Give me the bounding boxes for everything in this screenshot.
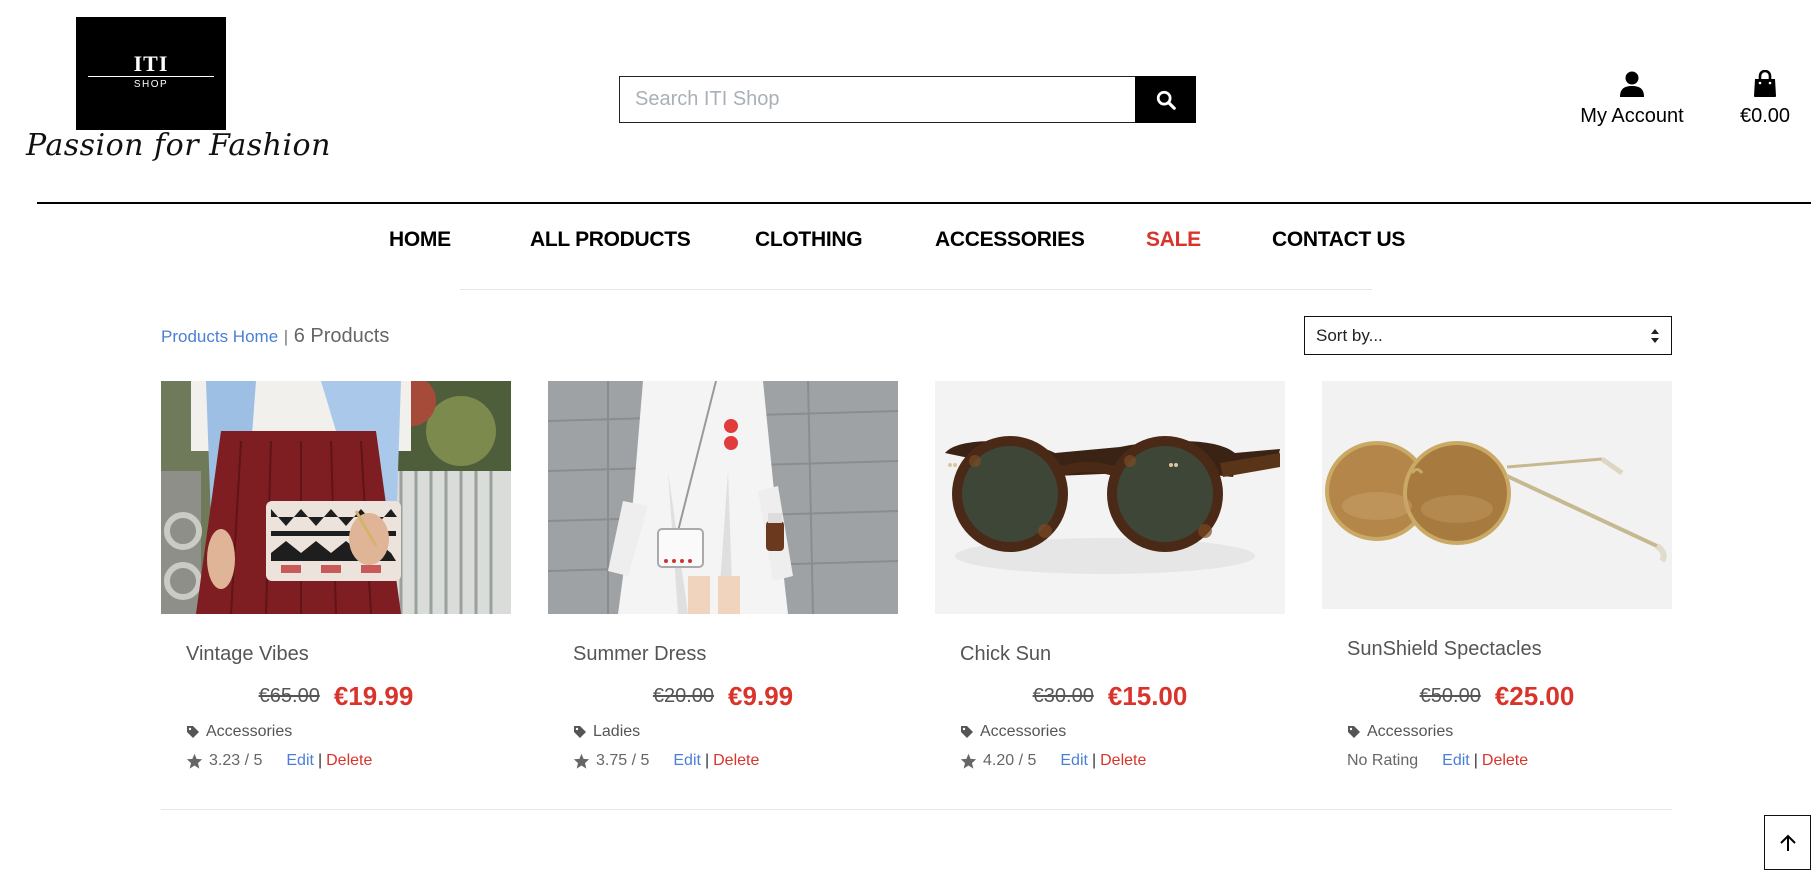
product-sale-price: €19.99	[333, 681, 414, 711]
sort-arrows-icon	[1651, 328, 1659, 343]
delete-link[interactable]: Delete	[1100, 752, 1146, 770]
logo-divider	[88, 76, 214, 77]
tag-icon	[961, 726, 973, 738]
product-image[interactable]	[161, 381, 511, 614]
sort-select[interactable]: Sort by...	[1304, 316, 1672, 355]
search-input[interactable]	[619, 76, 1135, 123]
my-account-link[interactable]: My Account	[1570, 70, 1694, 128]
product-sale-price: €9.99	[728, 681, 794, 711]
product-rating-row: No Rating Edit | Delete	[1347, 752, 1528, 770]
star-icon	[960, 753, 977, 769]
shop-logo[interactable]: ITI SHOP	[76, 17, 226, 130]
breadcrumb: Products Home | 6 Products	[161, 325, 389, 348]
product-image[interactable]	[1322, 381, 1672, 609]
tag-icon	[187, 726, 199, 738]
product-title[interactable]: SunShield Spectacles	[1347, 638, 1542, 661]
search-icon	[1156, 90, 1176, 110]
nav-accessories[interactable]: ACCESSORIES	[935, 228, 1085, 252]
product-count: 6 Products	[293, 325, 390, 347]
product-old-price: €50.00	[1419, 685, 1481, 707]
product-old-price: €65.00	[258, 685, 320, 707]
product-rating: 4.20 / 5	[983, 752, 1037, 769]
product-rating: No Rating	[1347, 752, 1419, 769]
product-rating: 3.23 / 5	[209, 752, 263, 769]
delete-link[interactable]: Delete	[1482, 752, 1528, 770]
product-image[interactable]	[548, 381, 898, 614]
product-rating-row: 3.23 / 5 Edit | Delete	[186, 752, 372, 770]
product-category[interactable]: Accessories	[1347, 723, 1453, 741]
product-title[interactable]: Summer Dress	[573, 643, 706, 666]
tag-icon	[1348, 726, 1360, 738]
action-separator: |	[1091, 752, 1097, 769]
arrow-up-icon	[1779, 834, 1796, 851]
product-rating-row: 3.75 / 5 Edit | Delete	[573, 752, 759, 770]
logo-subtext: SHOP	[133, 79, 169, 90]
product-price: €30.00 €15.00	[935, 681, 1285, 712]
product-title[interactable]: Vintage Vibes	[186, 643, 309, 666]
cart-total: €0.00	[1739, 105, 1791, 127]
product-category[interactable]: Accessories	[960, 723, 1066, 741]
product-card: Summer Dress €20.00 €9.99 Ladies 3.75 / 5…	[548, 381, 898, 801]
product-card: SunShield Spectacles €50.00 €25.00 Access…	[1322, 381, 1672, 801]
star-icon	[573, 753, 590, 769]
edit-link[interactable]: Edit	[286, 752, 314, 770]
user-icon	[1620, 71, 1644, 97]
product-old-price: €20.00	[652, 685, 715, 707]
breadcrumb-products-home[interactable]: Products Home	[161, 327, 278, 346]
action-separator: |	[704, 752, 710, 769]
header-divider	[37, 202, 1811, 204]
logo-brand: ITI	[133, 51, 169, 76]
product-price: €20.00 €9.99	[548, 681, 898, 712]
nav-divider	[460, 289, 1372, 290]
edit-link[interactable]: Edit	[1442, 752, 1470, 770]
sort-select-value: Sort by...	[1316, 325, 1383, 345]
product-rating-row: 4.20 / 5 Edit | Delete	[960, 752, 1146, 770]
product-price: €65.00 €19.99	[161, 681, 511, 712]
nav-all-products[interactable]: ALL PRODUCTS	[530, 228, 691, 252]
back-to-top-button[interactable]	[1764, 815, 1811, 870]
delete-link[interactable]: Delete	[326, 752, 372, 770]
action-separator: |	[317, 752, 323, 769]
product-image[interactable]	[935, 381, 1285, 614]
product-old-price: €30.00	[1032, 685, 1094, 707]
product-category[interactable]: Ladies	[573, 723, 640, 741]
nav-clothing[interactable]: CLOTHING	[755, 228, 863, 252]
edit-link[interactable]: Edit	[673, 752, 701, 770]
breadcrumb-separator: |	[283, 327, 289, 346]
nav-contact-us[interactable]: CONTACT US	[1272, 228, 1405, 252]
product-title[interactable]: Chick Sun	[960, 643, 1051, 666]
product-sale-price: €25.00	[1494, 681, 1575, 711]
product-category-label: Accessories	[980, 723, 1067, 740]
cart-link[interactable]: €0.00	[1730, 69, 1800, 128]
shopping-bag-icon	[1754, 69, 1776, 97]
product-sale-price: €15.00	[1107, 681, 1188, 711]
product-category[interactable]: Accessories	[186, 723, 292, 741]
delete-link[interactable]: Delete	[713, 752, 759, 770]
product-category-label: Accessories	[206, 723, 293, 740]
product-category-label: Ladies	[593, 723, 641, 740]
my-account-label: My Account	[1580, 105, 1684, 127]
product-card: Vintage Vibes €65.00 €19.99 Accessories 3…	[161, 381, 511, 801]
main-nav: HOME ALL PRODUCTS CLOTHING ACCESSORIES S…	[0, 228, 1811, 258]
search-button[interactable]	[1135, 76, 1196, 123]
action-separator: |	[1473, 752, 1478, 769]
edit-link[interactable]: Edit	[1060, 752, 1088, 770]
search-bar	[619, 76, 1196, 123]
nav-home[interactable]: HOME	[389, 228, 451, 252]
product-rating: 3.75 / 5	[596, 752, 650, 769]
nav-sale[interactable]: SALE	[1146, 228, 1201, 252]
logo-tagline: Passion for Fashion	[26, 128, 331, 163]
content-divider	[161, 809, 1672, 810]
product-price: €50.00 €25.00	[1322, 681, 1672, 712]
star-icon	[186, 753, 203, 769]
tag-icon	[574, 726, 586, 738]
product-category-label: Accessories	[1367, 723, 1454, 740]
product-card: Chick Sun €30.00 €15.00 Accessories 4.20 …	[935, 381, 1285, 801]
